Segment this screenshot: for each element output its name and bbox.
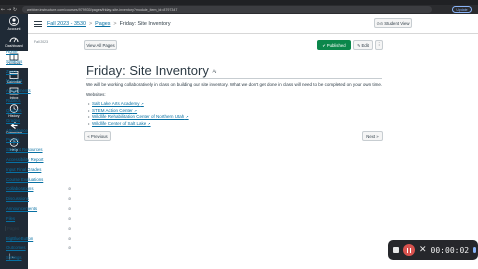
breadcrumb-current-page: Friday: Site Inventory <box>119 21 171 27</box>
external-link-icon: ↗ <box>185 115 189 119</box>
list-bullet: • <box>88 120 90 126</box>
breadcrumb-pages[interactable]: Pages <box>95 21 110 27</box>
external-link-icon: ↗ <box>140 102 144 106</box>
course-nav-assignments[interactable]: Assignments <box>6 88 31 93</box>
dashboard-icon <box>9 37 19 43</box>
breadcrumb-separator: > <box>113 21 117 27</box>
course-nav-modules[interactable]: Modules <box>6 78 22 83</box>
hidden-from-students-icon: ⊘ <box>68 206 72 212</box>
course-nav-attendance[interactable]: Attendance <box>6 128 28 133</box>
course-nav-settings[interactable]: Settings <box>6 255 22 260</box>
site-link[interactable]: STEM Action Center ↗ <box>92 108 137 113</box>
pencil-icon: ✎ <box>357 42 361 48</box>
course-term: Fall 2023 <box>34 40 48 44</box>
breadcrumb-course[interactable]: Fall 2023 - 3530 <box>47 21 86 27</box>
list-bullet: • <box>88 114 90 119</box>
course-nav-rubrics[interactable]: Rubrics <box>6 98 21 103</box>
course-nav-pages[interactable]: Pages <box>5 225 19 231</box>
microphone-icon[interactable] <box>473 247 477 253</box>
course-header: Fall 2023 - 3530 > Pages > Friday: Site … <box>28 14 478 34</box>
global-nav-label: Account <box>7 27 21 31</box>
hamburger-menu-icon[interactable] <box>34 21 42 27</box>
course-nav-outcomes[interactable]: Outcomes <box>6 245 26 250</box>
reload-icon[interactable]: ↻ <box>12 7 18 13</box>
view-all-pages-button[interactable]: View All Pages <box>84 40 117 50</box>
previous-button[interactable]: « Previous <box>84 131 111 141</box>
update-button[interactable]: Update <box>452 6 472 13</box>
site-link[interactable]: Wildlife Rehabilitation Center of Northe… <box>92 114 189 119</box>
course-nav-zoom[interactable]: Zoom <box>6 69 17 74</box>
breadcrumb-separator: > <box>88 21 93 27</box>
course-nav-bigbluebutton[interactable]: BigBlueButton <box>6 236 33 241</box>
page-title-text: Friday: Site Inventory <box>86 63 209 78</box>
immersive-reader-icon[interactable]: Aⱼ <box>212 69 216 74</box>
course-nav-home[interactable]: Home <box>6 49 17 54</box>
glasses-icon: ⊙⊙ <box>376 20 384 26</box>
global-nav-account[interactable]: Account <box>0 16 28 31</box>
list-bullet: • <box>88 101 90 106</box>
list-bullet: • <box>88 107 90 113</box>
hidden-from-students-icon: ⊘ <box>68 186 72 192</box>
site-link[interactable]: Salt Lake Arts Academy ↗ <box>92 101 144 106</box>
browser-toolbar: ← → ↻ webber.instructure.com/courses/979… <box>0 5 478 14</box>
student-view-button[interactable]: ⊙⊙ Student View <box>374 18 412 28</box>
next-button[interactable]: Next » <box>362 131 383 141</box>
course-nav-people[interactable]: People <box>6 137 19 142</box>
breadcrumb: Fall 2023 - 3530 > Pages > Friday: Site … <box>47 21 171 27</box>
hidden-from-students-icon: ⊘ <box>68 225 72 231</box>
published-label: Published <box>326 42 346 48</box>
external-link-icon: ↗ <box>147 121 151 126</box>
course-nav-input-final-grades[interactable]: Input Final Grades <box>6 167 41 172</box>
site-link-text: Salt Lake Arts Academy <box>92 101 140 106</box>
hidden-from-students-icon: ⊘ <box>68 196 72 202</box>
page-title: Friday: Site Inventory Aⱼ <box>86 63 216 78</box>
site-link-text: Wildlife Rehabilitation Center of Northe… <box>92 114 185 119</box>
edit-label: Edit <box>361 42 369 48</box>
check-circle-icon: ✔ <box>322 42 326 48</box>
site-link-text: Wildlife Center of Salt Lake <box>92 120 147 126</box>
account-icon <box>9 16 19 26</box>
global-nav-dashboard[interactable]: Dashboard <box>0 34 28 48</box>
screen-recorder-widget: ✕ 00:00:02 <box>388 240 478 260</box>
course-nav-collaborations[interactable]: Collaborations <box>6 186 33 191</box>
course-nav-announcements[interactable]: Announcements <box>6 206 37 211</box>
course-nav-discussions[interactable]: Discussions <box>6 196 29 201</box>
edit-button[interactable]: ✎ Edit <box>353 40 373 50</box>
student-view-label: Student View <box>384 20 410 26</box>
global-nav-label: Dashboard <box>5 44 23 48</box>
websites-label: Websites: <box>86 92 106 97</box>
site-link-text: STEM Action Center <box>92 107 133 113</box>
title-divider <box>86 78 382 79</box>
hidden-from-students-icon: ⊘ <box>68 215 72 221</box>
recording-timer: 00:00:02 <box>430 245 470 255</box>
url-text: webber.instructure.com/courses/979930/pa… <box>27 7 178 12</box>
pause-recording-button[interactable] <box>403 244 415 256</box>
course-nav-grades[interactable]: Grades <box>6 118 20 123</box>
external-link-icon: ↗ <box>134 108 138 113</box>
page-description: We will be working collaboratively in cl… <box>86 82 383 87</box>
course-nav-quizzes[interactable]: Quizzes <box>6 108 22 113</box>
stop-recording-button[interactable] <box>393 247 399 253</box>
hidden-from-students-icon: ⊘ <box>68 245 72 251</box>
course-nav-accessibility-report[interactable]: Accessibility Report <box>6 157 44 162</box>
course-nav-course-evaluations[interactable]: Course Evaluations <box>6 177 43 182</box>
more-options-button[interactable]: ⋮ <box>375 40 383 50</box>
cancel-recording-icon[interactable]: ✕ <box>419 245 427 255</box>
published-button[interactable]: ✔ Published <box>317 40 351 50</box>
course-nav-files[interactable]: Files <box>6 216 15 221</box>
site-link[interactable]: Wildlife Center of Salt Lake ↗ <box>92 121 151 126</box>
hidden-from-students-icon: ⊘ <box>68 235 72 241</box>
course-nav-student-resources[interactable]: Student Resources <box>6 147 43 152</box>
address-bar[interactable]: webber.instructure.com/courses/979930/pa… <box>22 6 432 13</box>
course-nav-syllabus[interactable]: Syllabus <box>6 59 22 64</box>
